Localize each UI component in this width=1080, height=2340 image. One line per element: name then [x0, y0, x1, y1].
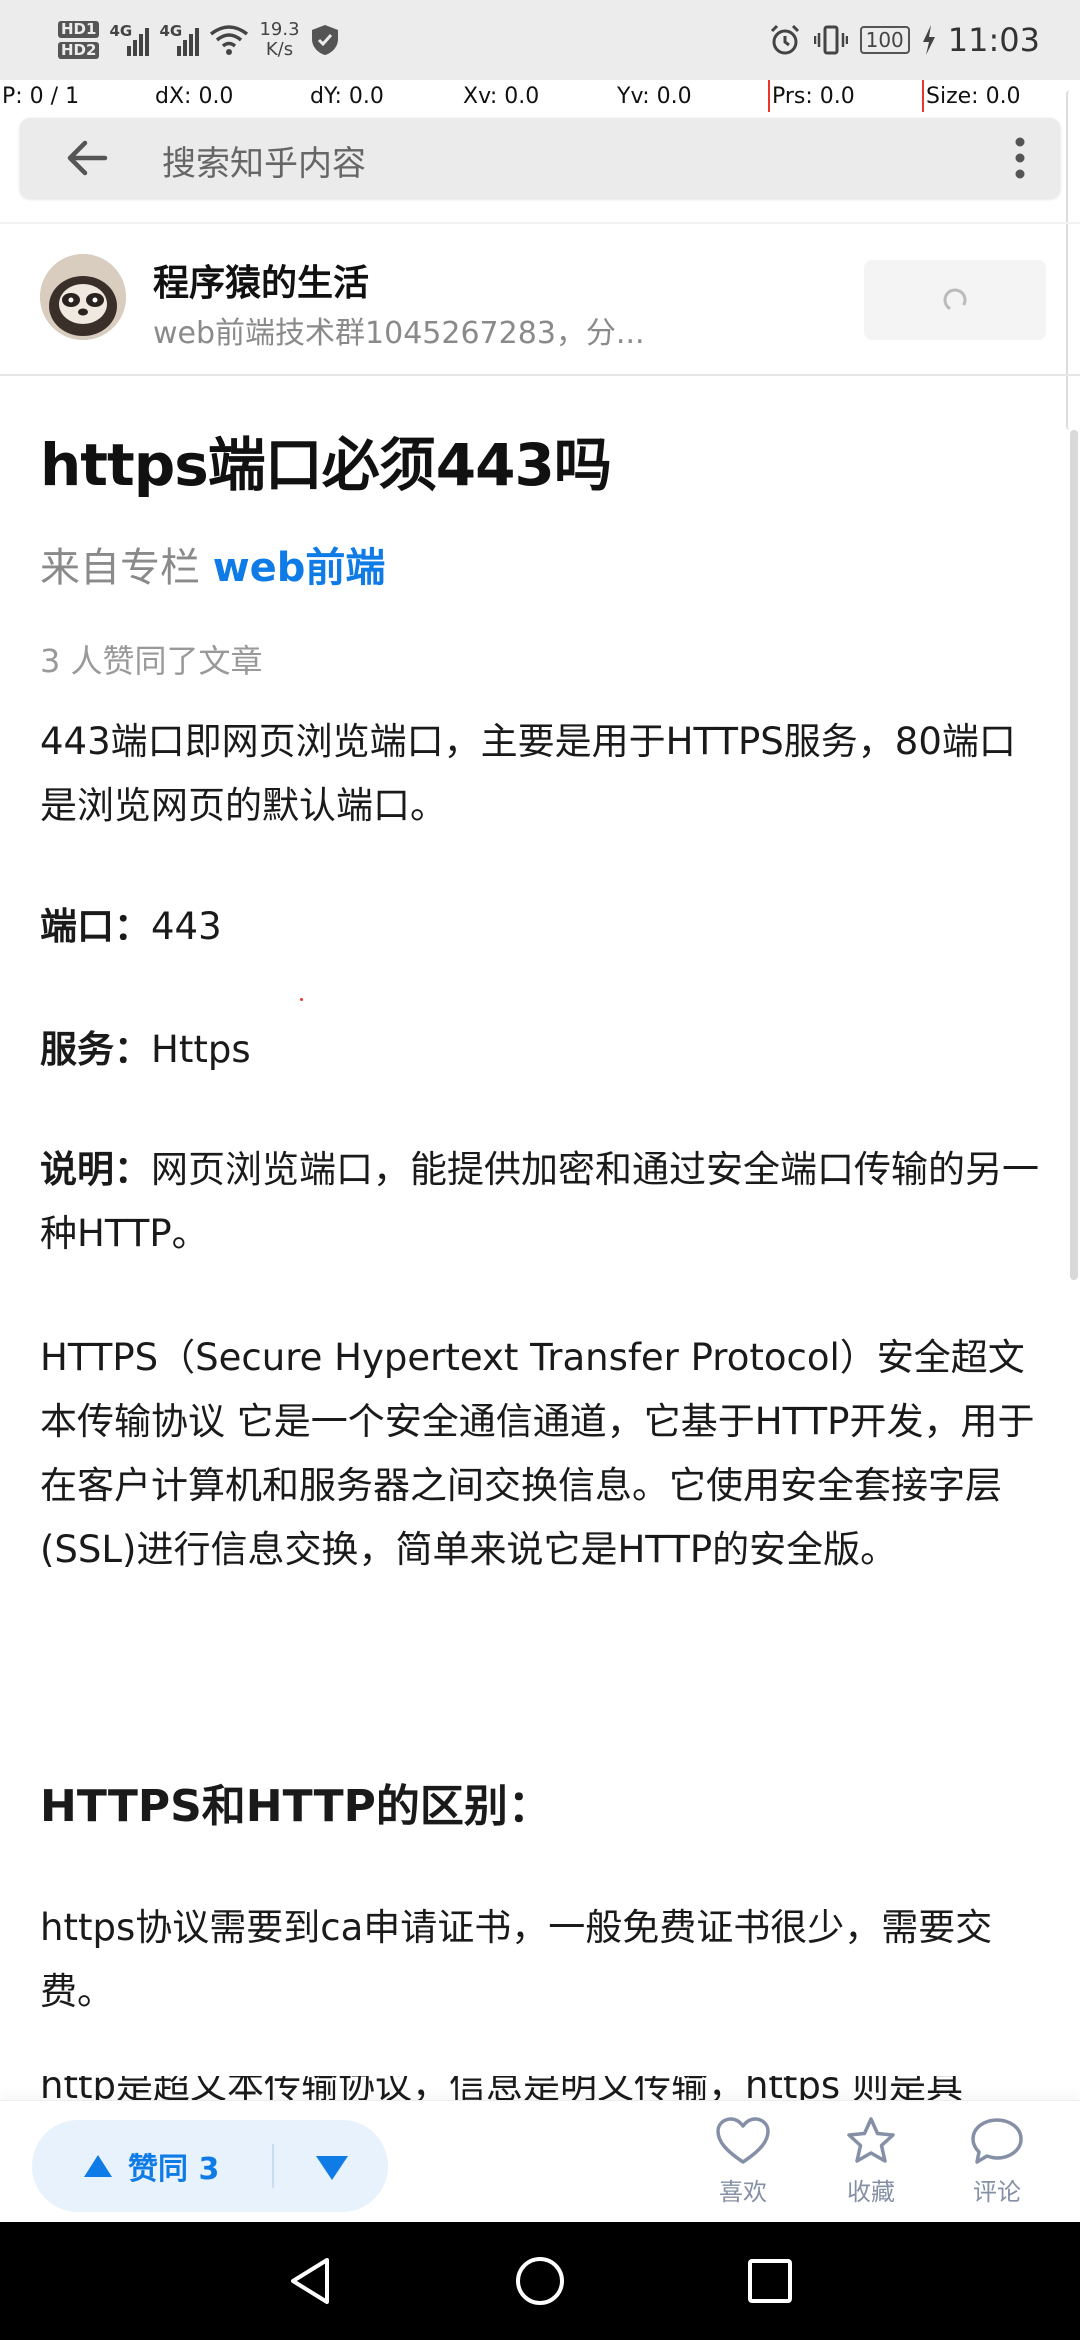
debug-dy: dY: 0.0 [310, 84, 384, 109]
charging-icon [922, 25, 935, 55]
loading-spinner-icon [943, 288, 967, 310]
sloth-avatar-icon [40, 254, 126, 340]
vote-control: 赞同 3 [32, 2120, 388, 2212]
article-title: https端口必须443吗 [40, 431, 612, 499]
comment-label: 评论 [973, 2178, 1021, 2206]
cut-text-line: http是超文本传输协议，信息是明文传输，https 则是具 [40, 2076, 963, 2100]
alarm-icon [770, 24, 799, 55]
debug-dx: dX: 0.0 [155, 84, 234, 109]
triangle-up-icon [84, 2155, 112, 2177]
column-prefix: 来自专栏 [40, 545, 213, 591]
divider [272, 2144, 274, 2188]
favorite-button[interactable]: 收藏 [826, 2116, 916, 2216]
like-label: 喜欢 [719, 2178, 767, 2206]
likes-count[interactable]: 3 人赞同了文章 [40, 636, 263, 682]
column-source: 来自专栏 web前端 [40, 535, 385, 593]
port-line: 端口：443 [40, 895, 1040, 959]
service-value: Https [151, 1028, 251, 1071]
shield-icon [311, 25, 338, 55]
upvote-button[interactable]: 赞同 3 [82, 2142, 219, 2190]
star-icon [847, 2117, 895, 2163]
vibrate-icon [813, 25, 848, 55]
description-value: 网页浏览端口，能提供加密和通过安全端口传输的另一种HTTP。 [40, 1148, 1039, 1255]
favorite-label: 收藏 [847, 2178, 895, 2206]
signal-icon: 4G [159, 22, 200, 56]
debug-yv: Yv: 0.0 [617, 84, 692, 109]
scrollbar[interactable] [1070, 430, 1078, 1280]
downvote-button[interactable] [312, 2146, 352, 2186]
hd1-badge: HD1 [58, 21, 100, 38]
signal-icon: 4G [109, 22, 150, 56]
status-right: 100 11:03 [768, 10, 1040, 70]
avatar[interactable] [40, 254, 126, 340]
paragraph-cut: http是超文本传输协议，信息是明文传输，https 则是具 [40, 2076, 1040, 2100]
comment-button[interactable]: 评论 [952, 2116, 1042, 2216]
hd-indicators: HD1 HD2 [58, 19, 100, 61]
description-label: 说明： [40, 1148, 151, 1191]
debug-xv: Xv: 0.0 [463, 84, 540, 109]
home-circle-icon[interactable] [505, 2246, 575, 2316]
system-nav-bar [0, 2222, 1080, 2340]
paragraph: HTTPS（Secure Hypertext Transfer Protocol… [40, 1336, 1035, 1571]
scroll-edge [1066, 90, 1080, 430]
pointer-debug-overlay: P: 0 / 1 dX: 0.0 dY: 0.0 Xv: 0.0 Yv: 0.0… [0, 80, 1080, 112]
battery-indicator: 100 [859, 26, 910, 54]
service-line: 服务：Https [40, 1018, 1040, 1082]
divider [0, 222, 1080, 224]
search-bar[interactable]: 搜索知乎内容 [20, 118, 1060, 198]
debug-pressure: Prs: 0.0 [772, 84, 855, 109]
recents-square-icon[interactable] [735, 2246, 805, 2316]
like-button[interactable]: 喜欢 [698, 2116, 788, 2216]
port-value: 443 [151, 905, 222, 948]
debug-divider [768, 80, 770, 112]
description-line: 说明：网页浏览端口，能提供加密和通过安全端口传输的另一种HTTP。 [40, 1138, 1040, 1266]
debug-size: Size: 0.0 [926, 84, 1021, 109]
search-input[interactable]: 搜索知乎内容 [162, 136, 366, 185]
author-name[interactable]: 程序猿的生活 [153, 254, 369, 306]
paragraph: 443端口即网页浏览端口，主要是用于HTTPS服务，80端口是浏览网页的默认端口… [40, 720, 1016, 827]
status-time: 11:03 [947, 21, 1040, 59]
status-left: HD1 HD2 4G 4G 19.3 K/s [58, 10, 340, 70]
debug-divider [922, 80, 924, 112]
more-options-icon[interactable] [995, 132, 1045, 184]
status-bar: HD1 HD2 4G 4G 19.3 K/s 100 11:03 [0, 0, 1080, 80]
upvote-label: 赞同 3 [128, 2152, 220, 2187]
network-speed: 19.3 K/s [259, 19, 300, 60]
section-heading: HTTPS和HTTP的区别： [40, 1781, 552, 1832]
column-link[interactable]: web前端 [213, 545, 386, 591]
wifi-icon [210, 25, 249, 55]
back-arrow-icon[interactable] [65, 136, 109, 180]
hd2-badge: HD2 [58, 42, 100, 59]
service-label: 服务： [40, 1028, 151, 1071]
paragraph: https协议需要到ca申请证书，一般免费证书很少，需要交费。 [40, 1906, 993, 2013]
touch-dot [300, 998, 303, 1001]
comment-bubble-icon [971, 2118, 1023, 2164]
divider [0, 374, 1080, 376]
heart-icon [716, 2117, 770, 2164]
back-triangle-icon[interactable] [275, 2246, 345, 2316]
port-label: 端口： [40, 905, 151, 948]
follow-button[interactable] [864, 260, 1046, 340]
debug-pointer-count: P: 0 / 1 [2, 84, 80, 109]
author-bio: web前端技术群1045267283，分... [153, 316, 645, 351]
